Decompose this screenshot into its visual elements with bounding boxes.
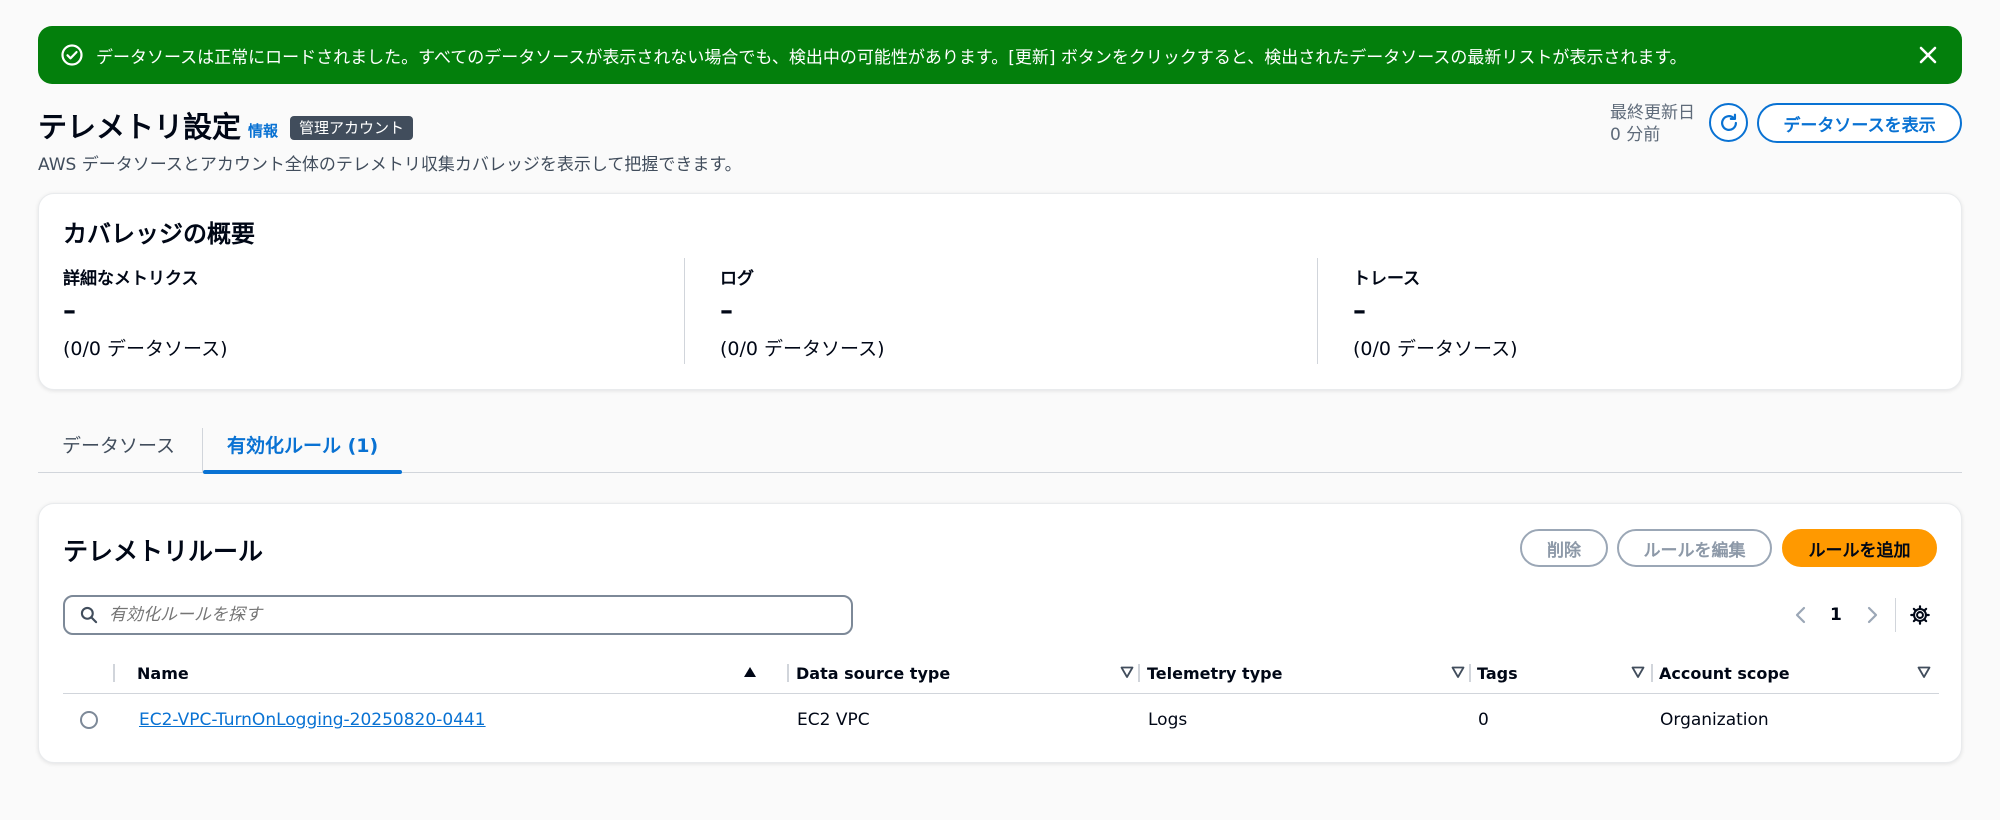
- column-header-telemetry-type[interactable]: Telemetry type: [1147, 652, 1465, 694]
- delete-button[interactable]: 削除: [1520, 529, 1608, 567]
- metric-label: 詳細なメトリクス: [63, 269, 199, 289]
- coverage-summary-container: カバレッジの概要 詳細なメトリクス – (0/0 データソース) ログ – (0…: [38, 193, 1962, 390]
- metric-count: (0/0 データソース): [63, 338, 228, 360]
- sort-icon[interactable]: [1120, 665, 1134, 679]
- column-header-name[interactable]: Name: [137, 652, 775, 694]
- cell-data-source-type: EC2 VPC: [797, 710, 870, 730]
- metric-label: トレース: [1353, 269, 1421, 289]
- column-divider: [1651, 664, 1653, 682]
- last-updated-value: 0 分前: [1610, 125, 1661, 145]
- metric-detailed-metrics: 詳細なメトリクス – (0/0 データソース): [63, 258, 683, 364]
- metric-logs: ログ – (0/0 データソース): [684, 258, 1304, 364]
- rules-title: テレメトリルール: [63, 537, 264, 566]
- search-input[interactable]: [109, 605, 809, 625]
- add-rule-button[interactable]: ルールを追加: [1782, 529, 1937, 567]
- metric-count: (0/0 データソース): [720, 338, 885, 360]
- metric-count: (0/0 データソース): [1353, 338, 1518, 360]
- refresh-icon: [1720, 113, 1737, 131]
- metric-value: –: [720, 296, 733, 326]
- last-updated-label: 最終更新日: [1610, 103, 1695, 123]
- column-divider: [113, 664, 115, 682]
- sort-icon[interactable]: [1451, 665, 1465, 679]
- cell-name: EC2-VPC-TurnOnLogging-20250820-0441: [139, 694, 486, 746]
- flash-message: データソースは正常にロードされました。すべてのデータソースが表示されない場合でも…: [96, 47, 1687, 68]
- cell-telemetry-type: Logs: [1148, 710, 1188, 730]
- success-flash-banner: データソースは正常にロードされました。すべてのデータソースが表示されない場合でも…: [38, 26, 1962, 84]
- table-row: EC2-VPC-TurnOnLogging-20250820-0441 EC2 …: [63, 694, 1939, 746]
- search-icon: [80, 606, 98, 624]
- rule-name-link[interactable]: EC2-VPC-TurnOnLogging-20250820-0441: [139, 710, 486, 730]
- pager-divider: [1895, 598, 1896, 632]
- page-description: AWS データソースとアカウント全体のテレメトリ収集カバレッジを表示して把握でき…: [38, 155, 742, 175]
- column-divider: [1469, 664, 1471, 682]
- column-header-tags[interactable]: Tags: [1477, 652, 1645, 694]
- info-link[interactable]: 情報: [248, 120, 278, 141]
- refresh-button[interactable]: [1709, 103, 1748, 142]
- next-page-button[interactable]: [1863, 600, 1887, 630]
- metric-label: ログ: [720, 269, 754, 289]
- last-updated: 最終更新日 0 分前: [1610, 102, 1695, 146]
- success-check-icon: [61, 44, 83, 66]
- column-divider: [787, 664, 789, 682]
- coverage-title: カバレッジの概要: [63, 220, 255, 248]
- tab-bar: データソース 有効化ルール (1): [38, 428, 1962, 474]
- column-header-account-scope[interactable]: Account scope: [1659, 652, 1931, 694]
- column-divider: [1138, 664, 1140, 682]
- close-icon[interactable]: [1916, 43, 1940, 67]
- cell-tags: 0: [1478, 710, 1489, 730]
- page-title: テレメトリ設定: [38, 110, 242, 144]
- view-datasources-button[interactable]: データソースを表示: [1757, 103, 1962, 143]
- edit-rule-button[interactable]: ルールを編集: [1617, 529, 1772, 567]
- previous-page-button[interactable]: [1792, 600, 1816, 630]
- account-badge: 管理アカウント: [290, 116, 414, 140]
- metric-traces: トレース – (0/0 データソース): [1317, 258, 1937, 364]
- gear-icon: [1910, 605, 1930, 625]
- sort-ascending-icon[interactable]: [743, 665, 757, 679]
- chevron-right-icon: [1867, 606, 1878, 624]
- telemetry-rules-container: テレメトリルール 削除 ルールを編集 ルールを追加 1 Name: [38, 503, 1962, 763]
- sort-icon[interactable]: [1631, 665, 1645, 679]
- cell-account-scope: Organization: [1660, 710, 1769, 730]
- rules-table-header: Name Data source type Telemetry type Tag…: [63, 652, 1939, 694]
- row-select-radio[interactable]: [80, 711, 98, 729]
- tab-enablement-rules[interactable]: 有効化ルール (1): [202, 428, 403, 474]
- tab-datasources[interactable]: データソース: [38, 428, 199, 473]
- sort-icon[interactable]: [1917, 665, 1931, 679]
- table-preferences-button[interactable]: [1909, 600, 1935, 630]
- chevron-left-icon: [1795, 606, 1806, 624]
- rule-search-field[interactable]: [63, 595, 853, 635]
- metric-value: –: [63, 296, 76, 326]
- metric-value: –: [1353, 296, 1366, 326]
- column-header-data-source-type[interactable]: Data source type: [796, 652, 1134, 694]
- page-number[interactable]: 1: [1830, 600, 1842, 630]
